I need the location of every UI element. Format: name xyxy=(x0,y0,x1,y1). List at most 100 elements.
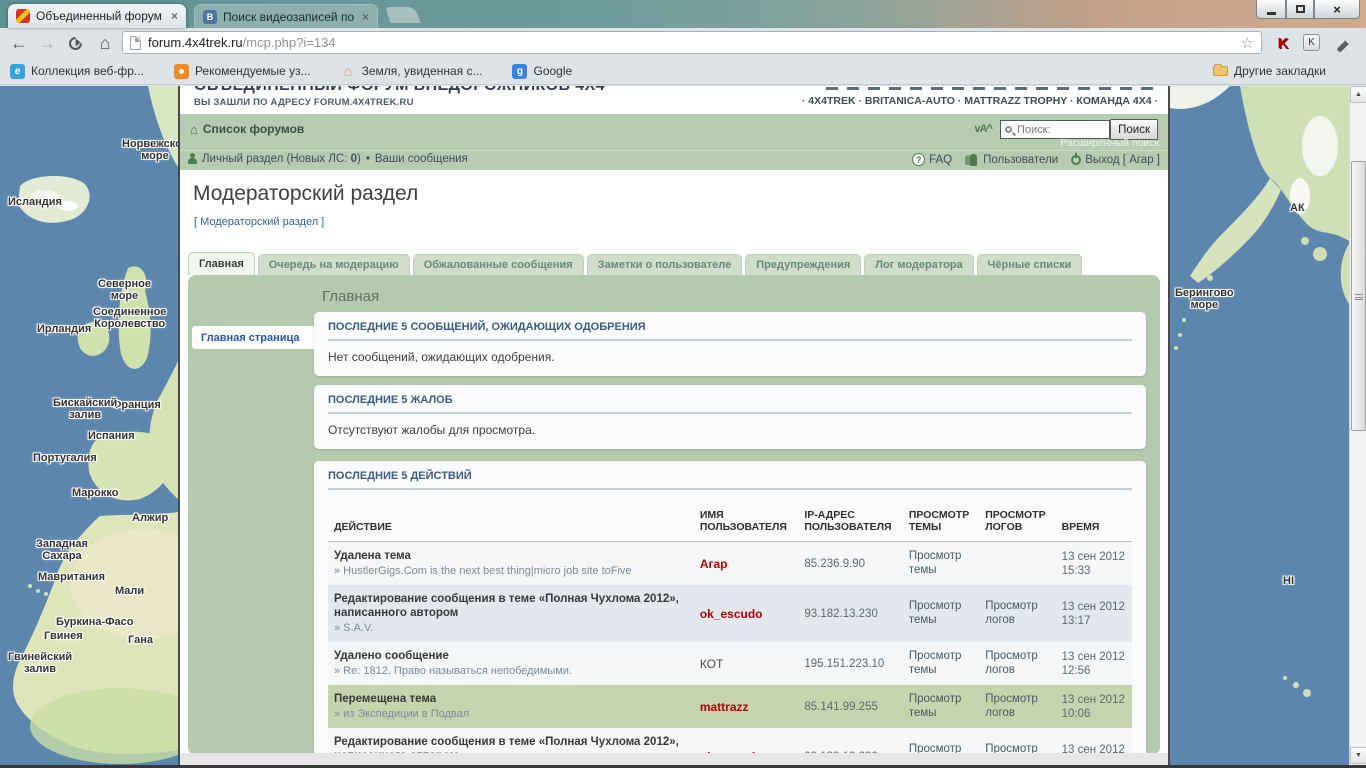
forward-button[interactable]: → xyxy=(34,31,60,55)
action-row-highlighted: Перемещена тема » из Экспедиции в Подвал… xyxy=(328,685,1132,728)
user-cell: mattrazz xyxy=(694,685,799,728)
font-size-widget[interactable]: vA^ xyxy=(975,123,993,135)
map-label: Франция xyxy=(112,399,161,411)
logout-link[interactable]: Выход [ Агар ] xyxy=(1071,154,1160,166)
minimize-button[interactable] xyxy=(1256,0,1286,19)
tab-title: Поиск видеозаписей по з xyxy=(223,10,356,24)
new-tab-button[interactable] xyxy=(385,7,420,23)
tab-user-notes[interactable]: Заметки о пользователе xyxy=(587,254,743,275)
action-title: Редактирование сообщения в теме «Полная … xyxy=(334,592,688,620)
browser-toolbar: ← → ⌂ forum.4x4trek.ru /mcp.php?i=134 ☆ … xyxy=(0,28,1366,58)
home-button[interactable]: ⌂ xyxy=(92,31,118,55)
tab-moderator-log[interactable]: Лог модератора xyxy=(864,254,973,275)
scrollbar-thumb[interactable] xyxy=(1351,161,1366,431)
panel-title: ПОСЛЕДНИЕ 5 ЖАЛОБ xyxy=(328,394,1132,414)
vertical-scrollbar[interactable]: ▲ ▼ xyxy=(1349,86,1366,768)
user-cell: Агар xyxy=(694,542,799,586)
site-title[interactable]: ОБЪЕДИНЕННЫЙ ФОРУМ ВНЕДОРОЖНИКОВ 4Х4 xyxy=(194,86,605,95)
actions-table: ДЕЙСТВИЕ ИМЯ ПОЛЬЗОВАТЕЛЯ IP-АДРЕС ПОЛЬЗ… xyxy=(328,499,1132,768)
action-detail-link[interactable]: » из Экспедиции в Подвал xyxy=(334,708,688,721)
tab-main[interactable]: Главная xyxy=(188,252,255,275)
user-cell: ok_escudo xyxy=(694,585,799,642)
username-link[interactable]: mattrazz xyxy=(700,700,749,714)
view-topic-link[interactable]: Просмотр темы xyxy=(909,599,973,627)
col-ip: IP-АДРЕС ПОЛЬЗОВАТЕЛЯ xyxy=(798,499,903,542)
minimize-icon xyxy=(1267,12,1276,15)
scrollbar-grip-icon xyxy=(1355,294,1363,300)
forum-page: ОБЪЕДИНЕННЫЙ ФОРУМ ВНЕДОРОЖНИКОВ 4Х4 ВЫ … xyxy=(178,86,1170,768)
view-topic-link[interactable]: Просмотр темы xyxy=(909,649,973,677)
back-button[interactable]: ← xyxy=(6,31,32,55)
advanced-search-link[interactable]: Расширенный поиск xyxy=(1060,137,1159,149)
kaspersky-extension-icon[interactable]: K xyxy=(1272,32,1294,54)
scroll-up-button[interactable]: ▲ xyxy=(1350,86,1366,103)
action-detail-link[interactable]: » Re: 1812. Право называться непобедимым… xyxy=(334,665,688,678)
vk-favicon-icon: В xyxy=(203,10,217,24)
view-topic-link[interactable]: Просмотр темы xyxy=(909,549,973,577)
wrench-menu-icon[interactable] xyxy=(1334,34,1352,52)
logout-label: Выход [ Агар ] xyxy=(1085,154,1160,166)
forward-icon: → xyxy=(38,33,56,54)
bookmark-item[interactable]: e Коллекция веб-фр... xyxy=(10,64,144,79)
map-label: Соединенное Королевство xyxy=(93,306,166,330)
username-link[interactable]: Агар xyxy=(700,557,728,571)
bookmark-item[interactable]: g Google xyxy=(512,64,572,79)
tab-reported-posts[interactable]: Обжалованные сообщения xyxy=(413,254,584,275)
username-link[interactable]: ok_escudo xyxy=(700,607,763,621)
site-header: ОБЪЕДИНЕННЫЙ ФОРУМ ВНЕДОРОЖНИКОВ 4Х4 ВЫ … xyxy=(180,86,1168,114)
map-label: Исландия xyxy=(8,196,62,208)
user-links: ? FAQ Пользователи Выход [ Агар ] xyxy=(912,153,1160,166)
browser-tab-forum[interactable]: Объединенный форум вн × xyxy=(8,4,186,28)
view-topic-cell: Просмотр темы xyxy=(903,642,979,685)
map-label: Мали xyxy=(115,585,144,597)
col-time: ВРЕМЯ xyxy=(1056,499,1132,542)
view-topic-link[interactable]: Просмотр темы xyxy=(909,692,973,720)
mcp-tabs: Главная Очередь на модерацию Обжалованны… xyxy=(180,252,1168,275)
bookmark-item[interactable]: ⌂ Земля, увиденная с... xyxy=(341,64,483,79)
sidebar-item-main-page[interactable]: Главная страница xyxy=(192,326,314,349)
keyboard-extension-icon[interactable]: K xyxy=(1303,34,1320,51)
map-label: Бискайский залив xyxy=(53,397,117,421)
other-bookmarks-button[interactable]: Другие закладки xyxy=(1213,64,1326,78)
breadcrumb[interactable]: [ Модераторский раздел ] xyxy=(194,216,324,228)
map-label: Западная Сахара xyxy=(36,538,88,562)
your-posts-link[interactable]: Ваши сообщения xyxy=(375,153,468,165)
tab-close-icon[interactable]: × xyxy=(362,11,369,23)
browser-tab-vk-search[interactable]: В Поиск видеозаписей по з × xyxy=(194,4,378,28)
action-cell: Удалено сообщение » Re: 1812. Право назы… xyxy=(328,642,694,685)
maximize-button[interactable] xyxy=(1286,0,1314,19)
action-detail-link[interactable]: » HustlerGigs.Com is the next best thing… xyxy=(334,565,688,578)
bookmarks-bar: e Коллекция веб-фр... Рекомендуемые уз..… xyxy=(0,58,1366,85)
action-cell: Удалена тема » HustlerGigs.Com is the ne… xyxy=(328,542,694,586)
partner-links[interactable]: · 4X4TREK · BRITANICA-AUTO · MATTRAZZ TR… xyxy=(802,95,1158,107)
recommended-sites-icon xyxy=(174,64,189,79)
panel-latest-actions: ПОСЛЕДНИЕ 5 ДЕЙСТВИЙ ДЕЙСТВИЕ ИМЯ ПОЛЬЗО… xyxy=(314,461,1146,768)
view-logs-link[interactable]: Просмотр логов xyxy=(985,649,1049,677)
close-button[interactable]: × xyxy=(1314,0,1360,19)
tab-warnings[interactable]: Предупреждения xyxy=(745,254,861,275)
private-section-link[interactable]: Личный раздел (Новых ЛС: 0) • Ваши сообщ… xyxy=(188,153,468,165)
tab-moderation-queue[interactable]: Очередь на модерацию xyxy=(258,254,410,275)
tab-strip: Объединенный форум вн × В Поиск видеозап… xyxy=(0,0,1366,28)
view-logs-cell xyxy=(979,542,1055,586)
faq-link[interactable]: ? FAQ xyxy=(912,153,952,166)
users-link[interactable]: Пользователи xyxy=(965,154,1058,166)
action-cell: Перемещена тема » из Экспедиции в Подвал xyxy=(328,685,694,728)
action-detail-link[interactable]: » S.A.V. xyxy=(334,622,688,635)
bookmark-star-icon[interactable]: ☆ xyxy=(1241,34,1254,52)
view-logs-link[interactable]: Просмотр логов xyxy=(985,692,1049,720)
scroll-down-button[interactable]: ▼ xyxy=(1350,747,1366,764)
tab-blacklists[interactable]: Чёрные списки xyxy=(977,254,1083,275)
person-icon xyxy=(188,153,197,165)
bookmark-item[interactable]: Рекомендуемые уз... xyxy=(174,64,311,79)
username-link[interactable]: КОТ xyxy=(700,657,724,671)
view-logs-link[interactable]: Просмотр логов xyxy=(985,599,1049,627)
map-label: Гвинейский залив xyxy=(8,651,72,675)
address-bar[interactable]: forum.4x4trek.ru /mcp.php?i=134 ☆ xyxy=(122,31,1262,54)
reload-button[interactable] xyxy=(62,31,88,55)
forum-list-link[interactable]: ⌂ Список форумов xyxy=(190,122,304,136)
view-topic-cell: Просмотр темы xyxy=(903,685,979,728)
search-input[interactable] xyxy=(1015,123,1105,137)
map-label: Марокко xyxy=(72,487,118,499)
tab-close-icon[interactable]: × xyxy=(171,10,178,22)
